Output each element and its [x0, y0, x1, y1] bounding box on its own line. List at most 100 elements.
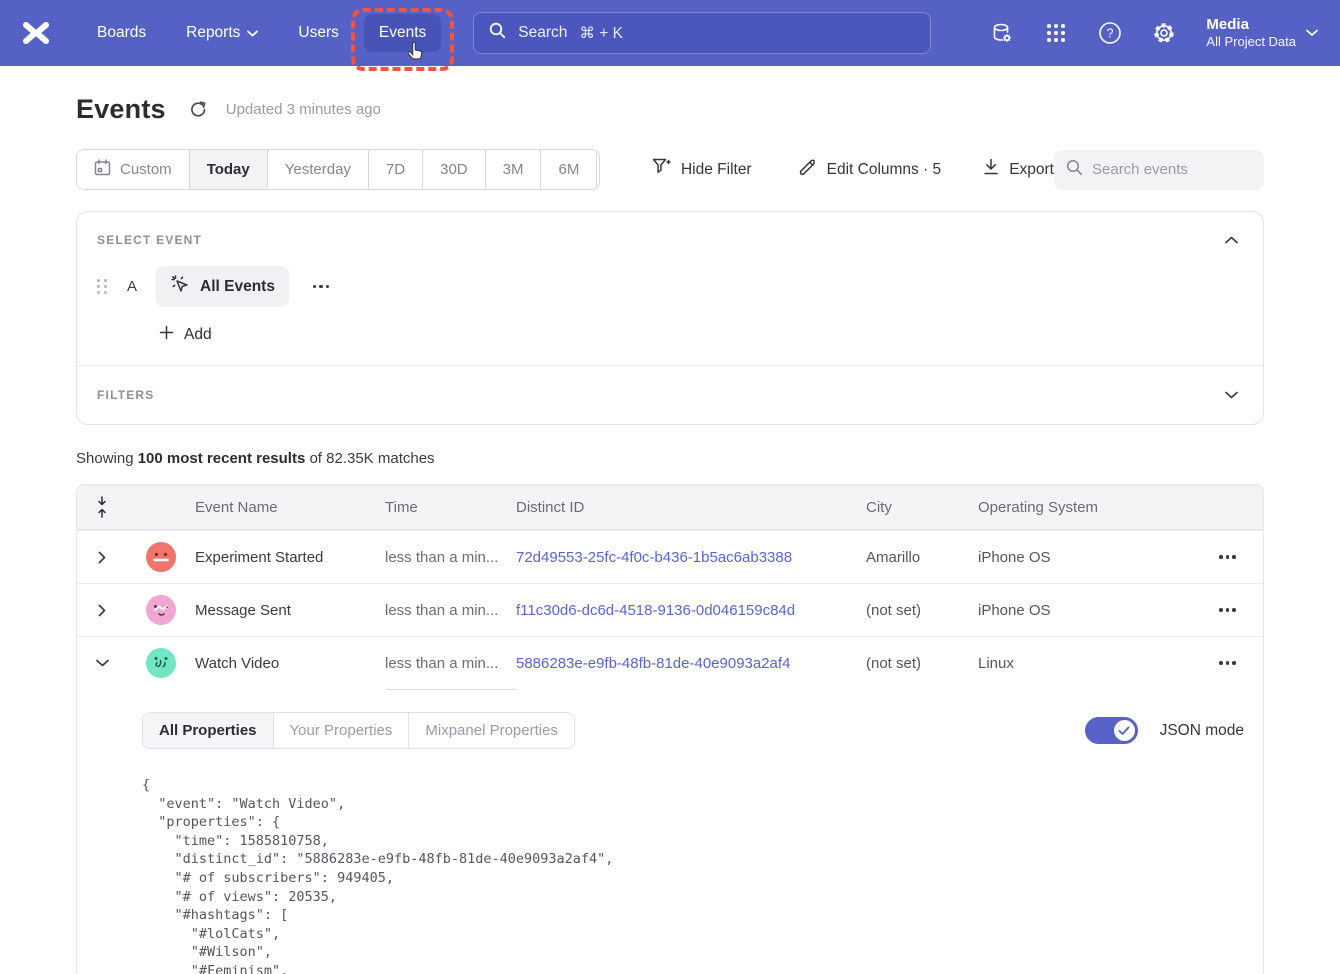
nav-item-events[interactable]: Events [364, 14, 441, 52]
chevron-down-icon[interactable] [77, 659, 127, 667]
chevron-right-icon[interactable] [77, 551, 127, 564]
distinct-id-link[interactable]: 5886283e-e9fb-48fb-81de-40e9093a2af4 [516, 655, 866, 672]
table-row[interactable]: Experiment Started less than a min... 72… [77, 530, 1263, 583]
range-yesterday[interactable]: Yesterday [267, 150, 368, 189]
data-management-icon[interactable] [990, 21, 1014, 45]
last-updated-text: Updated 3 minutes ago [226, 101, 381, 118]
json-line: "distinct_id": "5886283e-e9fb-48fb-81de-… [142, 850, 1244, 869]
page-title: Events [76, 94, 166, 125]
table-row-expanded[interactable]: Watch Video less than a min... 5886283e-… [77, 636, 1263, 689]
search-events-field[interactable] [1054, 150, 1264, 190]
column-header-event-name[interactable]: Event Name [195, 499, 385, 516]
range-custom[interactable]: Custom [77, 150, 189, 189]
row-actions-ellipsis-icon[interactable] [1213, 602, 1242, 618]
event-picker-cursor-icon [170, 274, 190, 299]
tab-your-properties[interactable]: Your Properties [273, 713, 409, 748]
clause-letter: A [126, 278, 138, 295]
help-icon[interactable]: ? [1098, 21, 1122, 45]
column-header-city[interactable]: City [866, 499, 978, 516]
chevron-right-icon[interactable] [77, 604, 127, 617]
search-label: Search [518, 24, 567, 42]
project-name: Media [1206, 15, 1296, 35]
event-name: Watch Video [195, 655, 385, 672]
search-events-input[interactable] [1092, 161, 1252, 178]
json-line: "# of views": 20535, [142, 888, 1244, 907]
refresh-icon[interactable] [188, 99, 210, 121]
expand-section-chevron-down-icon[interactable] [1219, 383, 1243, 407]
project-subtitle: All Project Data [1206, 34, 1296, 51]
range-3m[interactable]: 3M [485, 150, 541, 189]
range-today[interactable]: Today [189, 150, 267, 189]
event-time: less than a min... [385, 655, 516, 672]
collapse-expand-all-icon[interactable] [77, 496, 127, 518]
json-line: "time": 1585810758, [142, 832, 1244, 851]
event-options-ellipsis-icon[interactable] [307, 279, 336, 295]
range-6m[interactable]: 6M [540, 150, 596, 189]
plus-icon [159, 325, 174, 345]
event-name: Message Sent [195, 602, 385, 619]
export-label: Export [1009, 161, 1054, 179]
mixpanel-logo-icon[interactable] [16, 16, 56, 50]
tab-all-properties[interactable]: All Properties [143, 713, 273, 748]
range-label: 7D [386, 161, 405, 178]
apps-grid-icon[interactable] [1044, 21, 1068, 45]
json-line: "#Feminism", [142, 962, 1244, 974]
events-page: Boards Reports Users Events [0, 0, 1340, 974]
pencil-icon [798, 158, 817, 182]
range-label: Yesterday [285, 161, 351, 178]
nav-menu: Boards Reports Users Events [82, 14, 441, 52]
top-navbar: Boards Reports Users Events [0, 0, 1340, 66]
json-line: "event": "Watch Video", [142, 795, 1244, 814]
settings-gear-icon[interactable] [1152, 21, 1176, 45]
add-event-button[interactable]: Add [97, 325, 212, 345]
filters-label: FILTERS [97, 388, 155, 402]
project-selector[interactable]: Media All Project Data [1206, 15, 1318, 51]
range-30d[interactable]: 30D [422, 150, 485, 189]
row-actions-ellipsis-icon[interactable] [1213, 549, 1242, 565]
edit-columns-button[interactable]: Edit Columns · 5 [798, 158, 942, 182]
column-header-os[interactable]: Operating System [978, 499, 1192, 516]
drag-handle-icon[interactable] [97, 279, 108, 294]
hide-filter-button[interactable]: Hide Filter [652, 158, 752, 181]
table-row[interactable]: Message Sent less than a min... f11c30d6… [77, 583, 1263, 636]
nav-item-boards[interactable]: Boards [82, 14, 161, 52]
row-actions-ellipsis-icon[interactable] [1213, 655, 1242, 671]
global-search-bar[interactable]: Search ⌘ + K [473, 12, 931, 54]
json-mode-toggle[interactable] [1085, 717, 1138, 744]
json-line: "#Wilson", [142, 943, 1244, 962]
event-name: Experiment Started [195, 549, 385, 566]
range-7d[interactable]: 7D [368, 150, 422, 189]
column-header-time[interactable]: Time [385, 499, 516, 516]
table-header-row: Event Name Time Distinct ID City Operati… [77, 485, 1263, 530]
query-builder-card: SELECT EVENT A [76, 211, 1264, 425]
event-city: Amarillo [866, 549, 978, 566]
column-header-distinct-id[interactable]: Distinct ID [516, 499, 866, 516]
edit-columns-label: Edit Columns · 5 [827, 161, 942, 179]
json-line: "#lolCats", [142, 925, 1244, 944]
distinct-id-link[interactable]: 72d49553-25fc-4f0c-b436-1b5ac6ab3388 [516, 549, 866, 566]
search-shortcut: ⌘ + K [579, 24, 623, 43]
controls-row: Custom Today Yesterday 7D 30D 3M 6M 12M … [76, 149, 1264, 190]
page-header: Events Updated 3 minutes ago [76, 94, 1264, 125]
event-os: iPhone OS [978, 549, 1192, 566]
event-os: Linux [978, 655, 1192, 672]
tab-mixpanel-properties[interactable]: Mixpanel Properties [408, 713, 574, 748]
collapse-section-chevron-up-icon[interactable] [1219, 228, 1243, 252]
nav-item-users[interactable]: Users [283, 14, 353, 52]
nav-item-label: Users [298, 24, 338, 42]
hand-cursor-icon [405, 40, 427, 69]
event-json-viewer: { "event": "Watch Video", "properties": … [142, 776, 1244, 974]
event-detail-panel: All Properties Your Properties Mixpanel … [77, 689, 1263, 974]
export-button[interactable]: Export [983, 158, 1054, 181]
range-12m[interactable]: 12M [596, 150, 600, 189]
date-range-control: Custom Today Yesterday 7D 30D 3M 6M 12M [76, 149, 600, 190]
all-events-label: All Events [200, 278, 275, 296]
distinct-id-link[interactable]: f11c30d6-dc6d-4518-9136-0d046159c84d [516, 602, 866, 619]
event-city: (not set) [866, 602, 978, 619]
nav-item-reports[interactable]: Reports [171, 14, 273, 52]
json-line: { [142, 776, 1244, 795]
event-time: less than a min... [385, 602, 516, 619]
filter-funnel-icon [652, 158, 671, 181]
all-events-chip[interactable]: All Events [156, 266, 289, 307]
select-event-label: SELECT EVENT [97, 233, 202, 247]
